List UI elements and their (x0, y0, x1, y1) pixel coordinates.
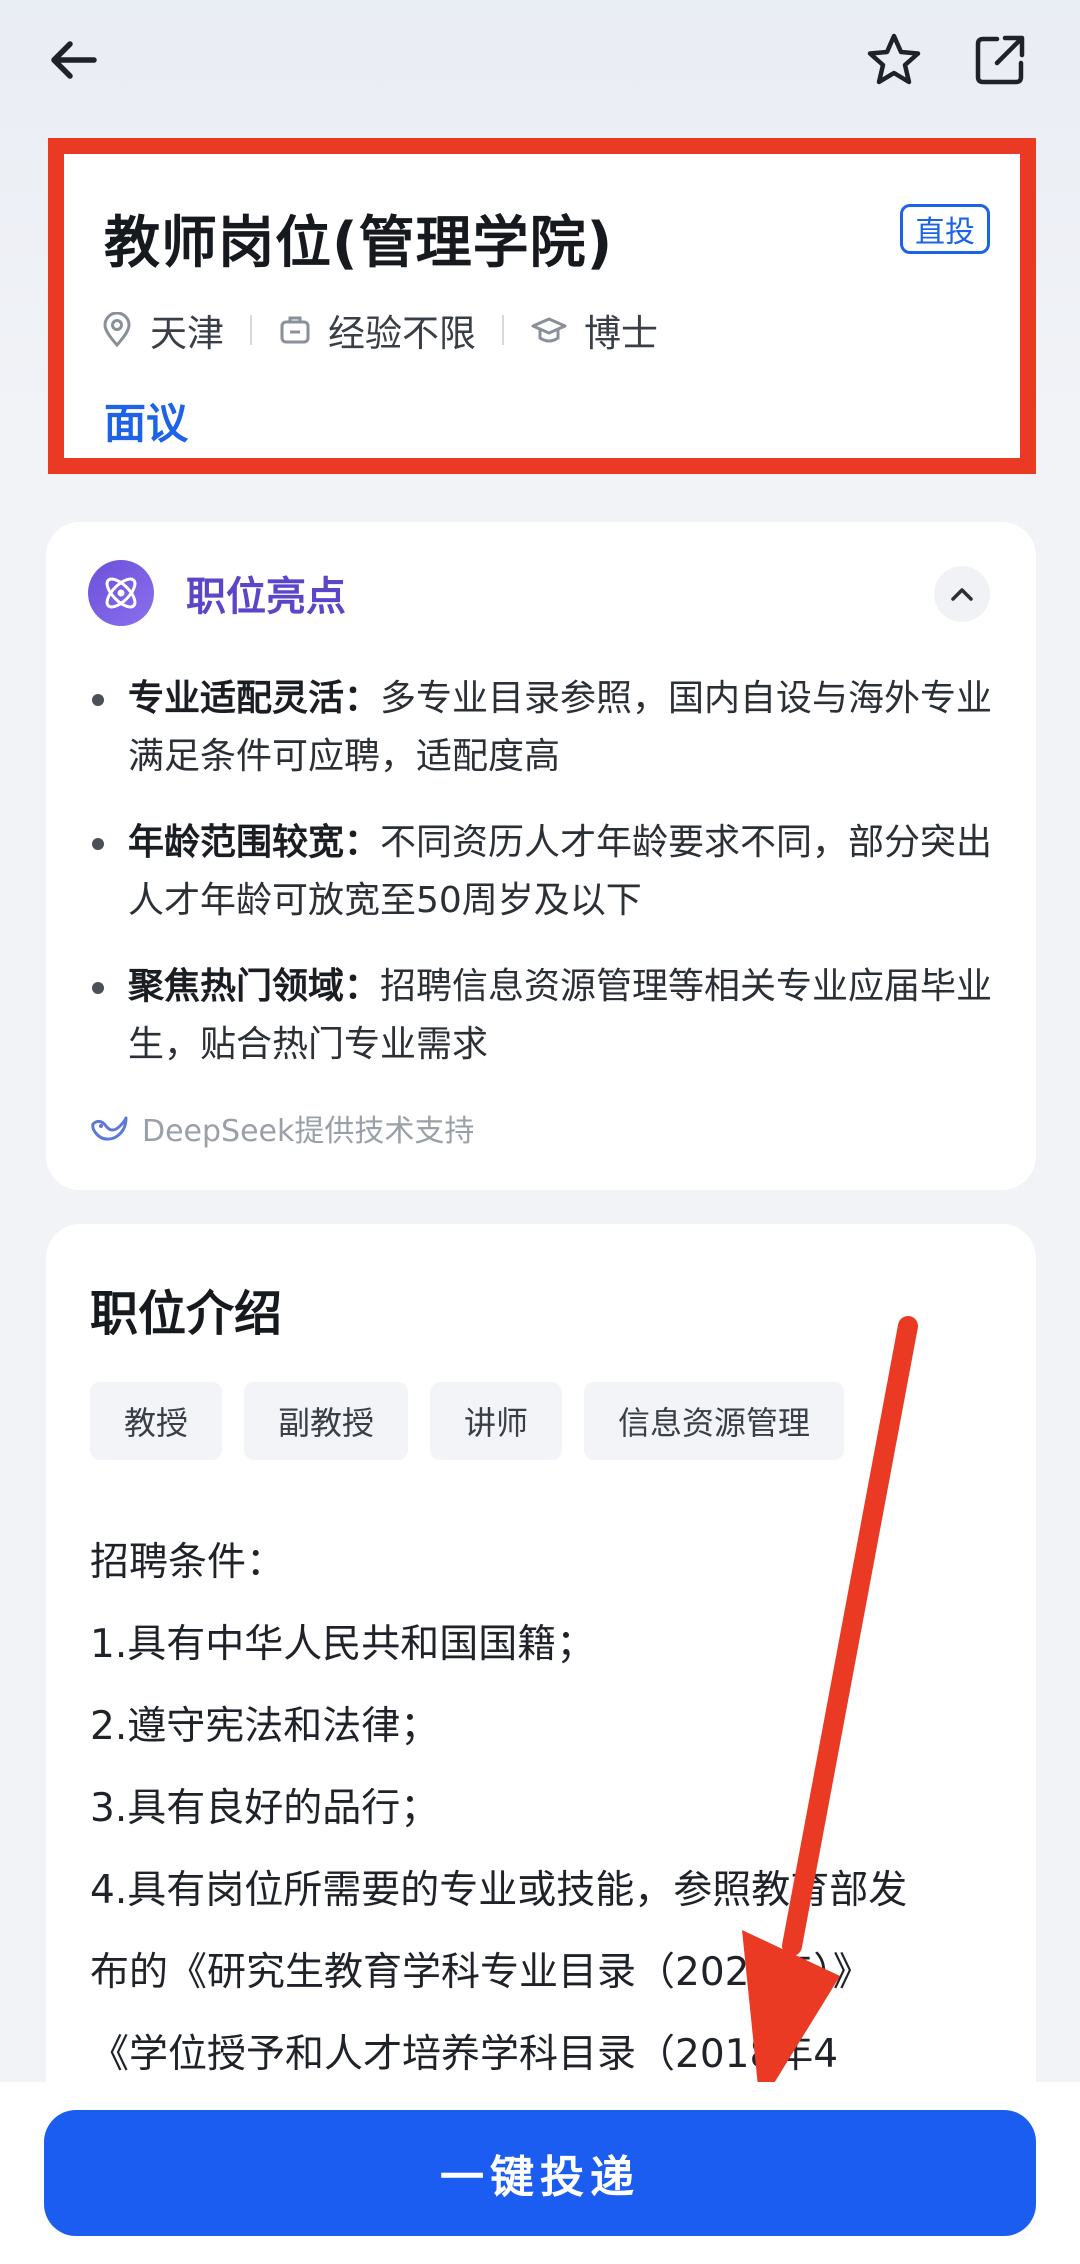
location-text: 天津 (150, 312, 224, 355)
apply-button[interactable]: 一键投递 (44, 2110, 1036, 2236)
highlights-title: 职位亮点 (186, 574, 346, 620)
intro-title: 职位介绍 (90, 1286, 283, 1342)
salary-text: 面议 (104, 399, 189, 448)
atom-icon (88, 560, 154, 626)
list-item: 专业适配灵活：多专业目录参照，国内自设与海外专业满足条件可应聘，适配度高 (88, 670, 1018, 786)
powered-by: DeepSeek提供技术支持 (90, 1106, 474, 1150)
share-icon (975, 35, 1025, 85)
experience-text: 经验不限 (328, 312, 476, 355)
list-item: 年龄范围较宽：不同资历人才年龄要求不同，部分突出人才年龄可放宽至50周岁及以下 (88, 814, 1018, 930)
job-meta-row: 天津 经验不限 博士 (100, 302, 658, 358)
highlight-label: 聚焦热门领域： (128, 966, 381, 1007)
tag-item: 副教授 (244, 1382, 409, 1460)
meta-divider (502, 315, 504, 345)
description-line: 2.遵守宪法和法律； (90, 1704, 440, 1749)
tag-list: 教授 副教授 讲师 信息资源管理 (90, 1382, 866, 1460)
highlight-label: 专业适配灵活： (128, 678, 381, 719)
tag-item: 信息资源管理 (584, 1382, 845, 1460)
favorite-button[interactable] (856, 22, 932, 98)
description-line: 布的《研究生教育学科专业目录（2022年）》 (90, 1950, 872, 1995)
highlight-label: 年龄范围较宽： (128, 822, 381, 863)
description-line: 招聘条件： (90, 1540, 286, 1585)
highlights-card: 职位亮点 专业适配灵活：多专业目录参照，国内自设与海外专业满足条件可应聘，适配度… (46, 522, 1036, 1190)
direct-apply-badge: 直投 (900, 204, 990, 254)
back-button[interactable] (36, 22, 112, 98)
description-line: 3.具有良好的品行； (90, 1786, 440, 1831)
education-item: 博士 (530, 303, 658, 357)
top-bar (0, 0, 1080, 120)
location-item: 天津 (100, 303, 224, 357)
experience-item: 经验不限 (278, 303, 476, 357)
bottom-bar: 一键投递 (0, 2082, 1080, 2264)
share-button[interactable] (962, 22, 1038, 98)
education-text: 博士 (584, 312, 658, 355)
star-icon (867, 33, 921, 85)
description-line: 4.具有岗位所需要的专业或技能，参照教育部发 (90, 1868, 908, 1913)
list-item: 聚焦热门领域：招聘信息资源管理等相关专业应届毕业生，贴合热门专业需求 (88, 958, 1018, 1074)
briefcase-icon (280, 316, 310, 344)
job-description: 招聘条件： 1.具有中华人民共和国国籍； 2.遵守宪法和法律； 3.具有良好的品… (90, 1522, 1020, 2096)
location-pin-icon (103, 312, 131, 348)
job-title: 教师岗位(管理学院) (104, 211, 614, 276)
collapse-button[interactable] (934, 566, 990, 622)
description-line: 1.具有中华人民共和国国籍； (90, 1622, 596, 1667)
highlights-header: 职位亮点 (88, 560, 346, 626)
tag-item: 教授 (90, 1382, 223, 1460)
chevron-up-icon (951, 588, 973, 601)
graduation-cap-icon (531, 317, 567, 343)
meta-divider (250, 315, 252, 345)
arrow-left-icon (51, 41, 97, 79)
job-detail-page: 教师岗位(管理学院) 直投 天津 经验不限 博士 面议 职位亮点 专业适配灵活：… (0, 0, 1080, 2264)
whale-logo-icon (91, 1116, 128, 1141)
tag-item: 讲师 (430, 1382, 563, 1460)
powered-by-text: DeepSeek提供技术支持 (142, 1114, 475, 1149)
highlights-list: 专业适配灵活：多专业目录参照，国内自设与海外专业满足条件可应聘，适配度高 年龄范… (88, 670, 1018, 1102)
job-header-card: 教师岗位(管理学院) 直投 天津 经验不限 博士 面议 (48, 138, 1036, 474)
